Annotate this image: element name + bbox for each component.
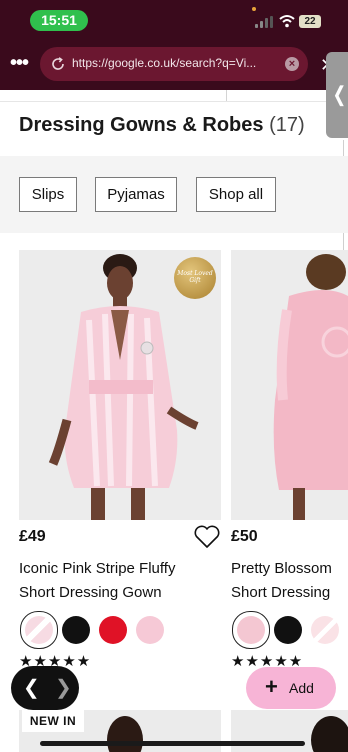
heart-icon[interactable]: [193, 524, 221, 550]
product-price: £50: [231, 528, 258, 545]
color-swatch[interactable]: [232, 611, 270, 649]
color-swatch[interactable]: [311, 616, 339, 644]
chevron-left-icon: ❬: [331, 84, 348, 106]
color-swatch[interactable]: [99, 616, 127, 644]
color-swatch[interactable]: [136, 616, 164, 644]
add-button-label: Add: [289, 680, 314, 696]
color-swatch[interactable]: [274, 616, 302, 644]
product-image[interactable]: [231, 250, 348, 520]
clear-url-icon[interactable]: ×: [285, 57, 299, 71]
result-count: (17): [269, 114, 305, 136]
product-name-line[interactable]: Short Dressing Gown: [19, 581, 229, 605]
page-title-text: Dressing Gowns & Robes: [19, 114, 264, 136]
chip-slips[interactable]: Slips: [19, 177, 77, 212]
signal-icon: [255, 16, 273, 28]
product-price: £49: [19, 528, 46, 545]
browser-nav-pill: ❮ ❯: [11, 666, 79, 710]
add-button[interactable]: + Add: [246, 667, 336, 709]
chip-shop-all[interactable]: Shop all: [196, 177, 276, 212]
mic-indicator-dot: [252, 7, 256, 11]
reload-icon[interactable]: [50, 56, 66, 72]
address-bar[interactable]: https://google.co.uk/search?q=Vi... ×: [40, 47, 308, 81]
chip-pyjamas[interactable]: Pyjamas: [95, 177, 177, 212]
most-loved-gift-badge: Most Loved Gift: [174, 257, 216, 299]
product-name-line[interactable]: Pretty Blossom: [231, 557, 348, 581]
chevron-right-icon[interactable]: ❯: [55, 676, 72, 700]
page-title: Dressing Gowns & Robes (17): [19, 114, 305, 138]
url-text[interactable]: https://google.co.uk/search?q=Vi...: [72, 56, 277, 72]
plus-icon: +: [265, 674, 278, 699]
product-image[interactable]: Most Loved Gift: [19, 250, 221, 520]
new-in-badge: NEW IN: [22, 710, 84, 732]
badge-line: Most Loved: [177, 270, 213, 277]
status-bar: 15:51 22: [0, 0, 348, 40]
color-swatch[interactable]: [62, 616, 90, 644]
model-illustration: [231, 250, 348, 520]
side-panel-tab[interactable]: ❬: [326, 52, 348, 138]
home-indicator[interactable]: [40, 741, 305, 746]
color-swatch[interactable]: [20, 611, 58, 649]
rating-stars: ★★★★★: [231, 653, 304, 670]
product-name-line[interactable]: Iconic Pink Stripe Fluffy: [19, 557, 229, 581]
product-name-line[interactable]: Short Dressing: [231, 581, 348, 605]
wifi-icon: [279, 15, 295, 28]
badge-line: Gift: [189, 277, 201, 284]
more-options-icon[interactable]: •••: [10, 53, 32, 74]
browser-toolbar: ••• https://google.co.uk/search?q=Vi... …: [0, 40, 348, 90]
chevron-left-icon[interactable]: ❮: [23, 676, 40, 700]
battery-icon: 22: [299, 15, 321, 28]
status-time: 15:51: [30, 10, 88, 31]
divider: [0, 101, 326, 102]
filter-chips: Slips Pyjamas Shop all: [0, 156, 348, 233]
divider: [226, 90, 227, 101]
